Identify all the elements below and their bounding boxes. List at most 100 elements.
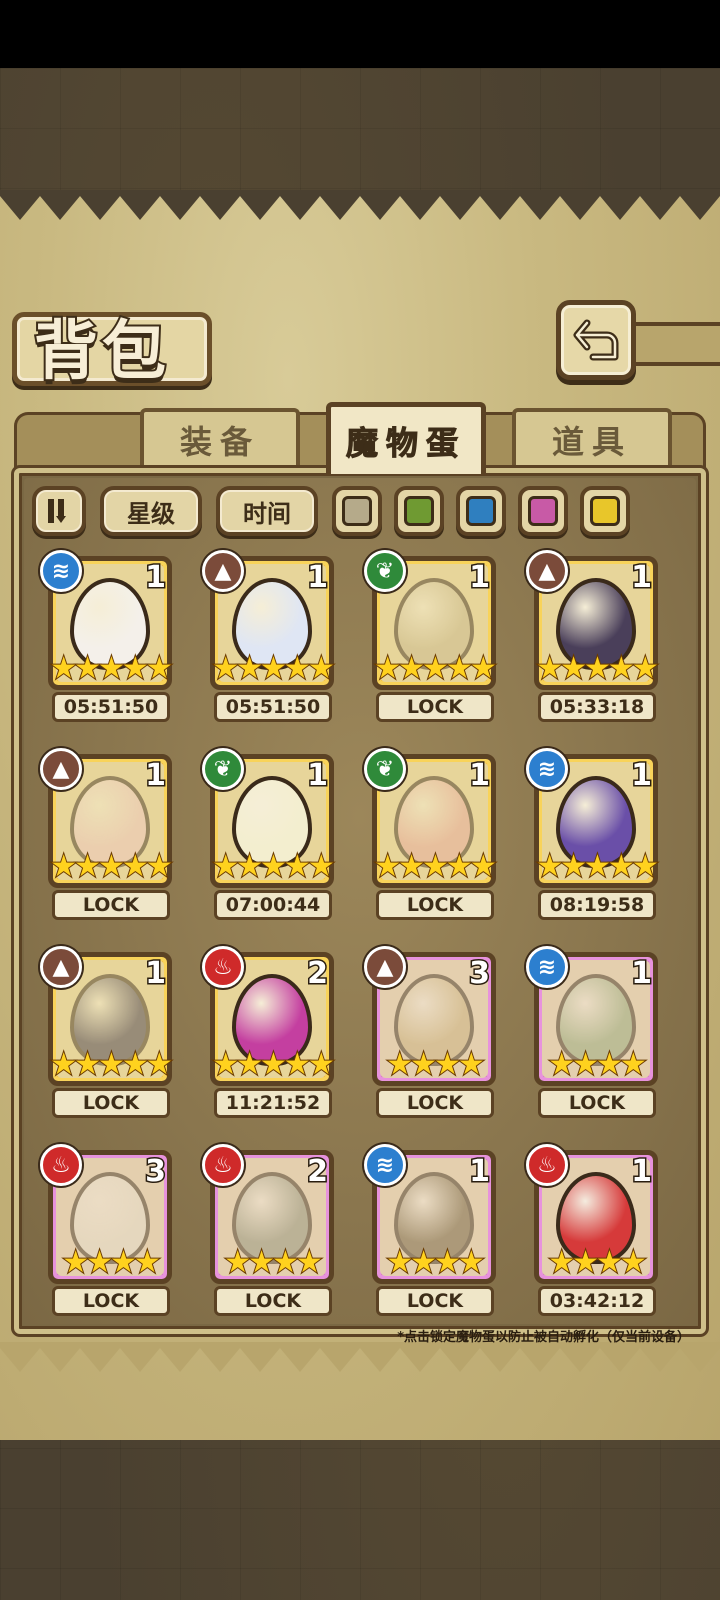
egg-card[interactable]: ▲ 1 ★★★★★ 05:51:50 [202, 550, 336, 722]
egg-card[interactable]: ≋ 1 ★★★★ LOCK [364, 1144, 498, 1316]
egg-count: 1 [468, 559, 492, 597]
egg-card[interactable]: ♨ 2 ★★★★★ 11:21:52 [202, 946, 336, 1118]
lock-label: LOCK [52, 1088, 170, 1118]
egg-count: 1 [630, 559, 654, 597]
egg-card[interactable]: ▲ 3 ★★★★ LOCK [364, 946, 498, 1118]
return-icon [573, 319, 619, 361]
egg-count: 1 [144, 757, 168, 795]
star-rating: ★★★★ [547, 1047, 648, 1083]
egg-card[interactable]: ♨ 3 ★★★★ LOCK [40, 1144, 174, 1316]
lock-hint-note: *点击锁定魔物蛋以防止被自动孵化（仅当前设备） [397, 1330, 690, 1345]
filter-yellow-button[interactable] [580, 486, 630, 536]
color-swatch [342, 496, 372, 526]
star-rating: ★★★★ [223, 1245, 324, 1281]
egg-card[interactable]: ❦ 1 ★★★★★ LOCK [364, 550, 498, 722]
star-rating: ★★★★★ [535, 651, 659, 687]
lock-label: LOCK [52, 890, 170, 920]
hatch-timer: 03:42:12 [538, 1286, 656, 1316]
lock-label: LOCK [376, 890, 494, 920]
back-bar [630, 322, 720, 366]
star-rating: ★★★★★ [211, 651, 335, 687]
star-rating: ★★★★★ [49, 651, 173, 687]
egg-card[interactable]: ▲ 1 ★★★★★ 05:33:18 [526, 550, 660, 722]
fire-element-icon: ♨ [202, 946, 244, 988]
egg-count: 1 [468, 1153, 492, 1191]
egg-count: 3 [468, 955, 492, 993]
egg-count: 1 [630, 955, 654, 993]
tab-items[interactable]: 道具 [512, 408, 672, 468]
filter-pink-button[interactable] [518, 486, 568, 536]
egg-count: 1 [306, 757, 330, 795]
fire-element-icon: ♨ [40, 1144, 82, 1186]
egg-count: 1 [630, 1153, 654, 1191]
star-rating: ★★★★ [547, 1245, 648, 1281]
fire-element-icon: ♨ [526, 1144, 568, 1186]
star-rating: ★★★★★ [49, 1047, 173, 1083]
egg-count: 1 [630, 757, 654, 795]
egg-card[interactable]: ≋ 1 ★★★★★ 05:51:50 [40, 550, 174, 722]
earth-element-icon: ▲ [364, 946, 406, 988]
sort-toggle-icon [48, 499, 66, 523]
filter-green-button[interactable] [394, 486, 444, 536]
egg-card[interactable]: ▲ 1 ★★★★★ LOCK [40, 748, 174, 920]
zigzag-border-top [0, 190, 720, 220]
lock-label: LOCK [214, 1286, 332, 1316]
hatch-timer: 08:19:58 [538, 890, 656, 920]
sort-by-time-button[interactable]: 时间 [216, 486, 318, 536]
lock-label: LOCK [376, 1286, 494, 1316]
egg-card[interactable]: ≋ 1 ★★★★ LOCK [526, 946, 660, 1118]
filter-gray-button[interactable] [332, 486, 382, 536]
water-element-icon: ≋ [526, 946, 568, 988]
star-rating: ★★★★★ [49, 849, 173, 885]
hatch-timer: 05:33:18 [538, 692, 656, 722]
egg-card[interactable]: ≋ 1 ★★★★★ 08:19:58 [526, 748, 660, 920]
egg-count: 3 [144, 1153, 168, 1191]
earth-element-icon: ▲ [40, 946, 82, 988]
star-rating: ★★★★★ [535, 849, 659, 885]
egg-card[interactable]: ▲ 1 ★★★★★ LOCK [40, 946, 174, 1118]
hatch-timer: 05:51:50 [214, 692, 332, 722]
color-swatch [590, 496, 620, 526]
egg-card[interactable]: ♨ 1 ★★★★ 03:42:12 [526, 1144, 660, 1316]
lock-label: LOCK [538, 1088, 656, 1118]
star-rating: ★★★★★ [211, 1047, 335, 1083]
egg-count: 2 [306, 1153, 330, 1191]
nature-element-icon: ❦ [364, 550, 406, 592]
star-rating: ★★★★ [61, 1245, 162, 1281]
star-rating: ★★★★★ [211, 849, 335, 885]
nature-element-icon: ❦ [364, 748, 406, 790]
color-swatch [528, 496, 558, 526]
egg-card[interactable]: ❦ 1 ★★★★★ LOCK [364, 748, 498, 920]
hatch-timer: 05:51:50 [52, 692, 170, 722]
zigzag-border-bottom [0, 1342, 720, 1372]
lock-label: LOCK [376, 692, 494, 722]
water-element-icon: ≋ [526, 748, 568, 790]
egg-count: 1 [144, 955, 168, 993]
nature-element-icon: ❦ [202, 748, 244, 790]
star-rating: ★★★★ [385, 1245, 486, 1281]
back-button[interactable] [556, 300, 636, 380]
lock-label: LOCK [376, 1088, 494, 1118]
earth-element-icon: ▲ [526, 550, 568, 592]
egg-count: 1 [468, 757, 492, 795]
sort-by-star-button[interactable]: 星级 [100, 486, 202, 536]
tab-equipment[interactable]: 装备 [140, 408, 300, 468]
star-rating: ★★★★★ [373, 849, 497, 885]
filter-blue-button[interactable] [456, 486, 506, 536]
egg-card[interactable]: ❦ 1 ★★★★★ 07:00:44 [202, 748, 336, 920]
lock-label: LOCK [52, 1286, 170, 1316]
earth-element-icon: ▲ [202, 550, 244, 592]
star-rating: ★★★★ [385, 1047, 486, 1083]
sort-order-button[interactable] [32, 486, 86, 536]
egg-card[interactable]: ♨ 2 ★★★★ LOCK [202, 1144, 336, 1316]
egg-count: 1 [144, 559, 168, 597]
page-title: 背包 [32, 312, 170, 391]
tab-monster-eggs[interactable]: 魔物蛋 [326, 402, 486, 474]
hatch-timer: 07:00:44 [214, 890, 332, 920]
hatch-timer: 11:21:52 [214, 1088, 332, 1118]
star-rating: ★★★★★ [373, 651, 497, 687]
color-swatch [404, 496, 434, 526]
water-element-icon: ≋ [40, 550, 82, 592]
earth-element-icon: ▲ [40, 748, 82, 790]
fire-element-icon: ♨ [202, 1144, 244, 1186]
